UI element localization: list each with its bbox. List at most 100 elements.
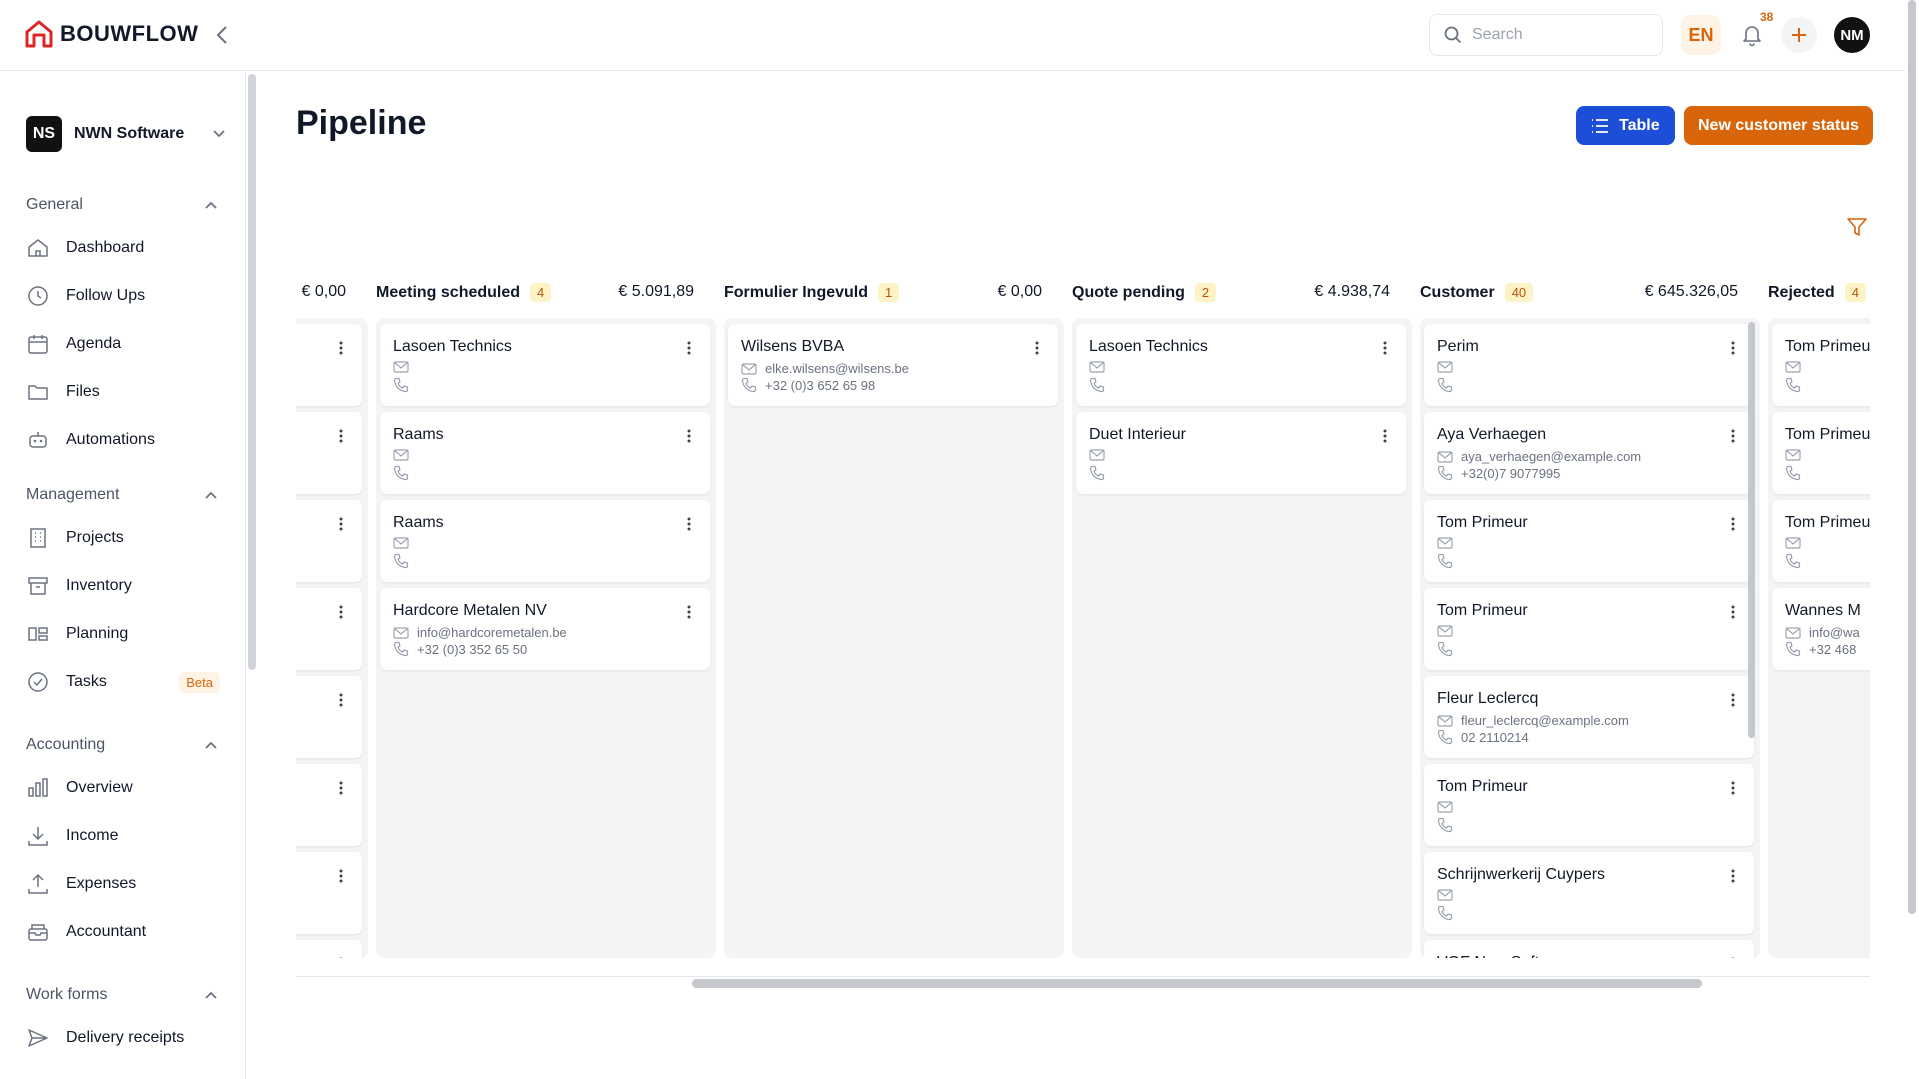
column-dropzone[interactable]: Perim Aya Verhaegen aya_verhaegen@exampl… [1420,318,1760,958]
card-menu-button[interactable] [334,514,348,534]
customer-card[interactable] [296,940,362,958]
user-avatar[interactable]: NM [1834,17,1870,53]
sidebar-item-accountant[interactable]: Accountant [26,912,220,952]
sidebar-section-work-forms[interactable]: Work forms [26,986,218,1004]
column-dropzone[interactable]: g [296,318,368,958]
card-menu-button[interactable] [682,602,696,622]
customer-email[interactable]: info@wa [1809,625,1860,640]
card-menu-button[interactable] [1726,778,1740,798]
customer-card[interactable]: Lasoen Technics [1076,324,1406,406]
customer-card[interactable]: Raams [380,412,710,494]
customer-card[interactable]: Perim [1424,324,1754,406]
customer-card[interactable]: Tom Primeur [1772,412,1870,494]
card-menu-button[interactable] [334,338,348,358]
customer-card[interactable] [296,588,362,670]
more-vertical-icon [1731,781,1735,795]
sidebar-item-planning[interactable]: Planning [26,614,220,654]
customer-card[interactable]: Schrijnwerkerij Cuypers [1424,852,1754,934]
sidebar-item-dashboard[interactable]: Dashboard [26,228,220,268]
search-box[interactable] [1429,14,1663,56]
search-input[interactable] [1472,26,1652,44]
customer-phone[interactable]: +32 468 [1809,642,1856,657]
customer-card[interactable]: Raams [380,500,710,582]
page-vertical-scrollbar[interactable] [1908,0,1916,914]
customer-email[interactable]: aya_verhaegen@example.com [1461,449,1641,464]
customer-card[interactable]: Tom Primeur [1772,324,1870,406]
sidebar-section-management[interactable]: Management [26,486,218,504]
sidebar-item-tasks[interactable]: Tasks Beta [26,662,220,702]
customer-card[interactable] [296,412,362,494]
customer-card[interactable]: g [296,676,362,758]
table-view-button[interactable]: Table [1576,106,1675,145]
sidebar-item-files[interactable]: Files [26,372,220,412]
customer-card[interactable]: Tom Primeur [1424,588,1754,670]
card-menu-button[interactable] [682,426,696,446]
brand-logo[interactable]: BOUWFLOW [24,20,198,48]
org-switcher[interactable]: NS NWN Software [26,116,226,152]
customer-card[interactable]: Hardcore Metalen NV info@hardcoremetalen… [380,588,710,670]
sidebar-scrollbar[interactable] [248,74,256,670]
card-menu-button[interactable] [1726,602,1740,622]
customer-card[interactable]: Fleur Leclercq fleur_leclercq@example.co… [1424,676,1754,758]
customer-card[interactable]: Tom Primeur [1772,500,1870,582]
card-menu-button[interactable] [1378,426,1392,446]
sidebar-item-automations[interactable]: Automations [26,420,220,460]
customer-card[interactable]: VOF Nwn Software [1424,940,1754,958]
sidebar-item-overview[interactable]: Overview [26,768,220,808]
sidebar-section-general[interactable]: General [26,196,218,214]
board-horizontal-scrollbar[interactable] [692,979,1702,988]
card-menu-button[interactable] [1378,338,1392,358]
customer-card[interactable]: Tom Primeur [1424,500,1754,582]
card-menu-button[interactable] [682,514,696,534]
customer-card[interactable]: Wannes M info@wa +32 468 [1772,588,1870,670]
customer-phone[interactable]: 02 2110214 [1461,730,1529,745]
card-menu-button[interactable] [1726,514,1740,534]
card-menu-button[interactable] [334,778,348,798]
customer-email[interactable]: info@hardcoremetalen.be [417,625,567,640]
card-menu-button[interactable] [334,426,348,446]
card-menu-button[interactable] [1726,690,1740,710]
sidebar-item-delivery-receipts[interactable]: Delivery receipts [26,1018,220,1058]
customer-card[interactable]: Duet Interieur [1076,412,1406,494]
card-menu-button[interactable] [334,690,348,710]
customer-card[interactable]: Wilsens BVBA elke.wilsens@wilsens.be +32… [728,324,1058,406]
card-menu-button[interactable] [1726,338,1740,358]
card-menu-button[interactable] [1726,426,1740,446]
new-customer-status-button[interactable]: New customer status [1684,106,1873,145]
column-dropzone[interactable]: Lasoen Technics Raams Raams Hardcore Met… [376,318,716,958]
sidebar-item-inventory[interactable]: Inventory [26,566,220,606]
card-menu-button[interactable] [334,866,348,886]
card-menu-button[interactable] [1726,954,1740,958]
filter-icon[interactable] [1846,216,1868,238]
customer-email[interactable]: elke.wilsens@wilsens.be [765,361,909,376]
sidebar-item-projects[interactable]: Projects [26,518,220,558]
sidebar-section-accounting[interactable]: Accounting [26,736,218,754]
customer-phone[interactable]: +32 (0)3 352 65 50 [417,642,527,657]
card-menu-button[interactable] [682,338,696,358]
language-button[interactable]: EN [1681,15,1721,55]
column-dropzone[interactable]: Tom Primeur Tom Primeur Tom Primeur Wann… [1768,318,1870,958]
customer-card[interactable] [296,500,362,582]
card-menu-button[interactable] [1030,338,1044,358]
card-menu-button[interactable] [334,602,348,622]
sidebar-item-agenda[interactable]: Agenda [26,324,220,364]
card-menu-button[interactable] [334,954,348,958]
column-scrollbar[interactable] [1748,322,1755,738]
column-dropzone[interactable]: Wilsens BVBA elke.wilsens@wilsens.be +32… [724,318,1064,958]
customer-phone[interactable]: +32(0)7 9077995 [1461,466,1560,481]
customer-card[interactable] [296,324,362,406]
customer-card[interactable]: Lasoen Technics [380,324,710,406]
customer-card[interactable]: Aya Verhaegen aya_verhaegen@example.com … [1424,412,1754,494]
customer-phone[interactable]: +32 (0)3 652 65 98 [765,378,875,393]
customer-card[interactable]: Tom Primeur [1424,764,1754,846]
customer-card[interactable] [296,852,362,934]
sidebar-item-income[interactable]: Income [26,816,220,856]
sidebar-item-follow-ups[interactable]: Follow Ups [26,276,220,316]
sidebar-item-expenses[interactable]: Expenses [26,864,220,904]
customer-email[interactable]: fleur_leclercq@example.com [1461,713,1629,728]
collapse-sidebar-button[interactable] [212,22,232,48]
customer-card[interactable] [296,764,362,846]
card-menu-button[interactable] [1726,866,1740,886]
quick-add-button[interactable] [1781,17,1817,53]
column-dropzone[interactable]: Lasoen Technics Duet Interieur [1072,318,1412,958]
